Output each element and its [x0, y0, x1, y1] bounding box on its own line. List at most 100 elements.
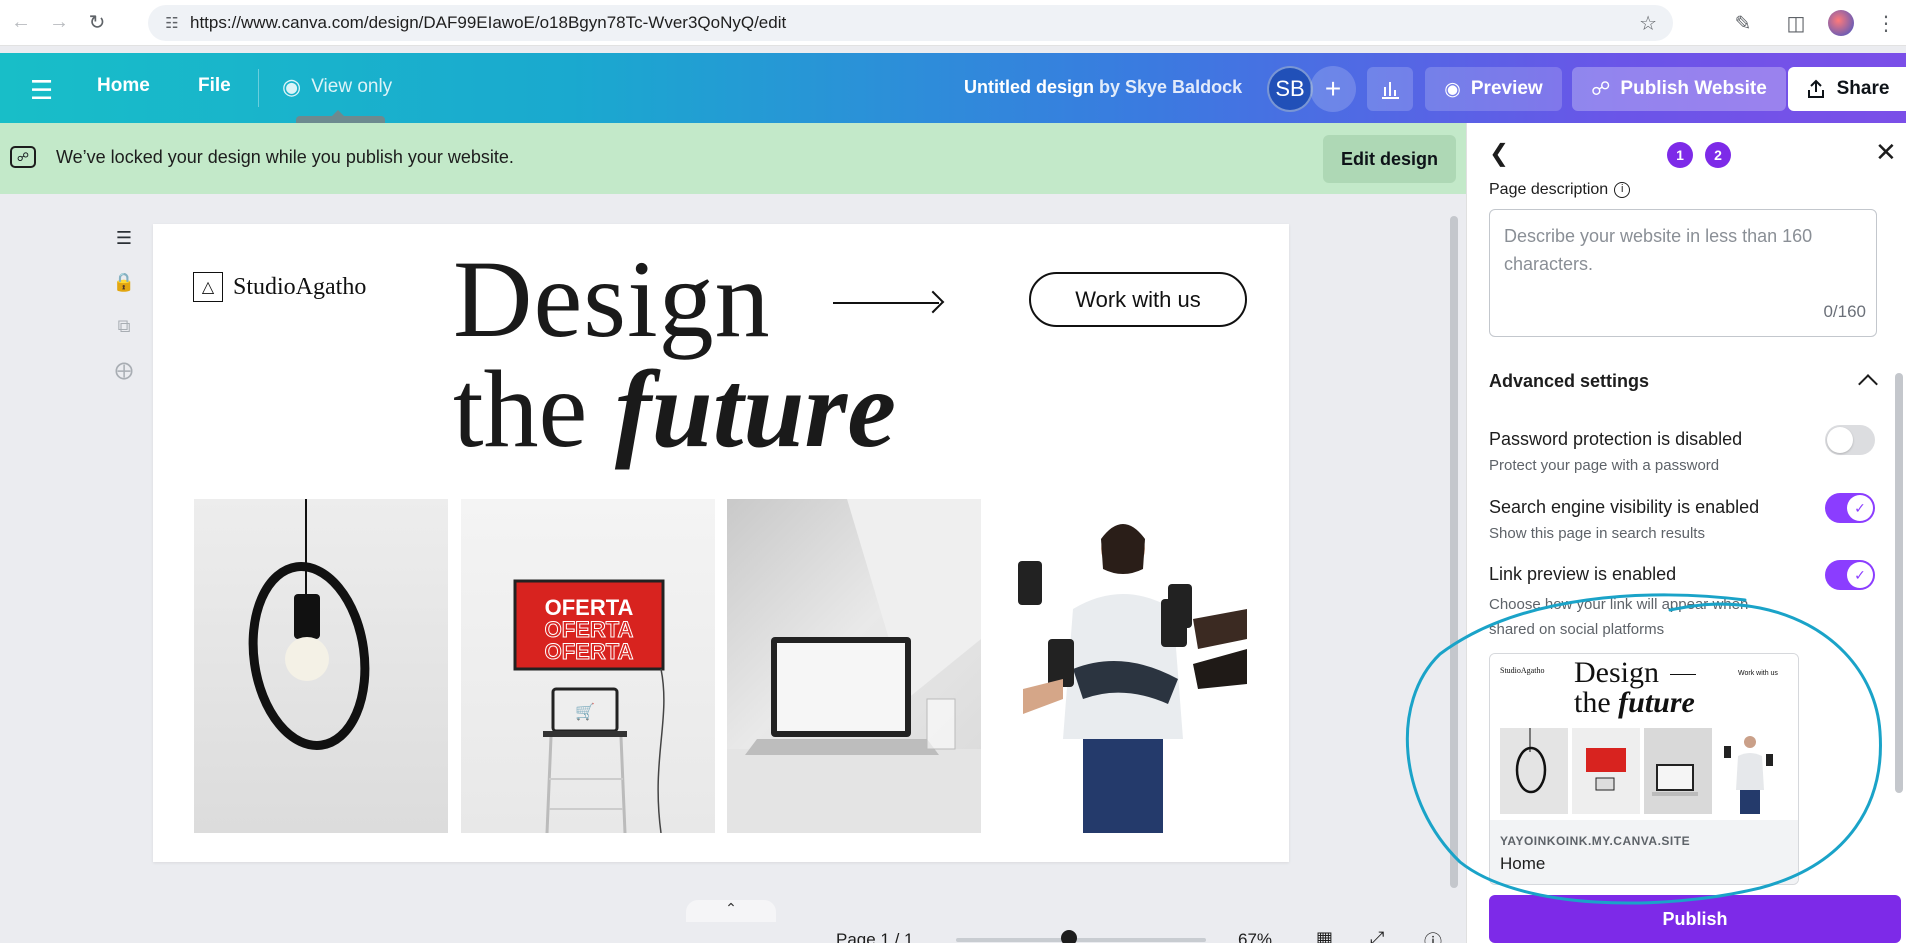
- page-description-text: Page description: [1489, 181, 1609, 198]
- mini-model-photo: [1716, 728, 1784, 814]
- mini-headline-line1: Design: [1574, 656, 1659, 689]
- mini-headline-the: the: [1574, 686, 1611, 719]
- laptop-photo[interactable]: [727, 499, 981, 833]
- editor-toolbar: ☰ Home File ◉ View only Untitled design …: [0, 53, 1906, 123]
- page-indicator[interactable]: Page 1 / 1: [836, 930, 914, 943]
- advanced-settings-title[interactable]: Advanced settings: [1489, 371, 1649, 392]
- site-settings-icon[interactable]: ☷: [154, 14, 190, 32]
- mini-oferta-photo: [1572, 728, 1640, 814]
- publish-button[interactable]: Publish: [1489, 895, 1901, 943]
- help-icon[interactable]: ⓘ: [1424, 928, 1442, 943]
- zoom-slider-handle[interactable]: [1060, 930, 1077, 943]
- preview-domain: YAYOINKOINK.MY.CANVA.SITE: [1500, 834, 1691, 848]
- insights-button[interactable]: [1367, 67, 1413, 111]
- locked-notice-bar: ☍ We’ve locked your design while you pub…: [0, 123, 1466, 194]
- collaborator-avatar[interactable]: SB: [1267, 66, 1313, 112]
- design-title[interactable]: Untitled design by Skye Baldock: [964, 77, 1242, 98]
- add-page-icon[interactable]: ⨁: [110, 360, 138, 382]
- arrow-head: [921, 290, 945, 314]
- forward-arrow-icon[interactable]: →: [42, 6, 76, 40]
- address-bar[interactable]: ☷ https://www.canva.com/design/DAF99EIaw…: [148, 5, 1673, 41]
- zoom-level[interactable]: 67%: [1238, 930, 1272, 943]
- link-preview-footer: YAYOINKOINK.MY.CANVA.SITE Home: [1490, 820, 1798, 884]
- mini-work-button: Work with us: [1738, 670, 1778, 677]
- add-collaborator-button[interactable]: +: [1310, 66, 1356, 112]
- publish-website-label: Publish Website: [1620, 78, 1767, 99]
- search-visibility-toggle[interactable]: ✓: [1825, 493, 1875, 523]
- headline-line1: Design: [453, 238, 771, 360]
- work-with-us-button[interactable]: Work with us: [1029, 272, 1247, 327]
- website-lock-icon: ☍: [10, 146, 36, 168]
- back-arrow-icon[interactable]: ←: [4, 6, 38, 40]
- chrome-menu-icon[interactable]: ⋮: [1866, 11, 1906, 36]
- grid-view-icon[interactable]: ▦: [1316, 928, 1333, 943]
- page-description-input[interactable]: Describe your website in less than 160 c…: [1489, 209, 1877, 337]
- lamp-photo[interactable]: [194, 499, 448, 833]
- link-preview-toggle[interactable]: ✓: [1825, 560, 1875, 590]
- svg-text:🛒: 🛒: [575, 702, 595, 721]
- share-icon: [1807, 79, 1824, 98]
- share-button[interactable]: Share: [1788, 67, 1906, 111]
- mini-arrow: [1670, 674, 1696, 675]
- headline: Design the future: [453, 244, 896, 464]
- preview-page-title: Home: [1500, 854, 1546, 873]
- notes-icon[interactable]: ☰: [110, 228, 138, 250]
- headline-the: the: [453, 348, 588, 470]
- logo-text: StudioAgatho: [233, 273, 367, 300]
- home-link[interactable]: Home: [97, 75, 150, 97]
- link-preview-title: Link preview is enabled: [1489, 564, 1677, 584]
- view-only-button[interactable]: ◉ View only: [282, 74, 392, 100]
- reload-icon[interactable]: ↻: [80, 6, 114, 40]
- duplicate-page-icon[interactable]: ⧉: [110, 316, 138, 338]
- canvas-vertical-scrollbar[interactable]: [1447, 202, 1461, 902]
- design-owner: by Skye Baldock: [1099, 77, 1243, 97]
- bookmark-star-icon[interactable]: ☆: [1639, 11, 1657, 36]
- share-label: Share: [1836, 78, 1890, 99]
- preview-button[interactable]: ◉ Preview: [1425, 67, 1562, 111]
- eye-icon: ◉: [1444, 78, 1461, 100]
- link-preview-thumbnail: StudioAgatho Design the future Work with…: [1490, 654, 1798, 820]
- hamburger-menu-icon[interactable]: ☰: [30, 75, 53, 106]
- close-icon[interactable]: ✕: [1875, 137, 1897, 168]
- password-toggle[interactable]: [1825, 425, 1875, 455]
- profile-avatar-icon[interactable]: [1816, 10, 1866, 36]
- notes-collapse-tab[interactable]: ⌃: [686, 900, 776, 922]
- publish-website-button[interactable]: ☍ Publish Website: [1572, 67, 1786, 111]
- toolbar-divider: [258, 69, 259, 107]
- step-1-indicator: 1: [1667, 142, 1693, 168]
- locked-message: We’ve locked your design while you publi…: [56, 147, 514, 167]
- preview-label: Preview: [1470, 78, 1543, 99]
- lock-icon[interactable]: 🔒: [110, 272, 138, 294]
- design-canvas[interactable]: △ StudioAgatho Design the future Work wi…: [153, 224, 1289, 862]
- view-only-label: View only: [311, 76, 393, 97]
- password-setting-title: Password protection is disabled: [1489, 429, 1743, 449]
- extensions-icon[interactable]: ✎: [1710, 11, 1776, 36]
- mini-logo: StudioAgatho: [1500, 666, 1545, 675]
- info-icon[interactable]: i: [1614, 181, 1631, 198]
- website-icon: ☍: [1591, 78, 1611, 100]
- back-chevron-icon[interactable]: ❮: [1489, 139, 1509, 168]
- page-description-label: Page description i: [1489, 181, 1631, 199]
- panel-header: ❮ 1 2 ✕: [1467, 123, 1906, 181]
- model-phones-photo[interactable]: [993, 499, 1247, 833]
- page-description-placeholder: Describe your website in less than 160 c…: [1504, 226, 1813, 274]
- link-preview-card: StudioAgatho Design the future Work with…: [1489, 653, 1799, 885]
- fullscreen-icon[interactable]: ⤢: [1370, 928, 1384, 943]
- file-menu[interactable]: File: [198, 75, 231, 97]
- side-panel-icon[interactable]: ◫: [1776, 11, 1816, 36]
- edit-design-button[interactable]: Edit design: [1323, 135, 1456, 183]
- chevron-up-icon[interactable]: [1858, 374, 1878, 394]
- headline-line2: the future: [453, 354, 896, 464]
- link-preview-subtitle: Choose how your link will appear when sh…: [1489, 596, 1749, 638]
- zoom-slider[interactable]: [956, 938, 1206, 942]
- check-icon: ✓: [1847, 562, 1873, 588]
- mini-headline: Design the future: [1574, 658, 1695, 718]
- page-tools: ☰ 🔒 ⧉ ⨁: [110, 228, 138, 382]
- svg-text:OFERTA: OFERTA: [545, 639, 634, 664]
- check-icon: ✓: [1847, 495, 1873, 521]
- panel-scrollbar[interactable]: [1895, 193, 1903, 883]
- search-visibility-title: Search engine visibility is enabled: [1489, 497, 1760, 517]
- search-visibility-subtitle: Show this page in search results: [1489, 525, 1705, 542]
- mini-headline-line2: the future: [1574, 688, 1695, 718]
- oferta-sign-photo[interactable]: OFERTA OFERTA OFERTA 🛒: [461, 499, 715, 833]
